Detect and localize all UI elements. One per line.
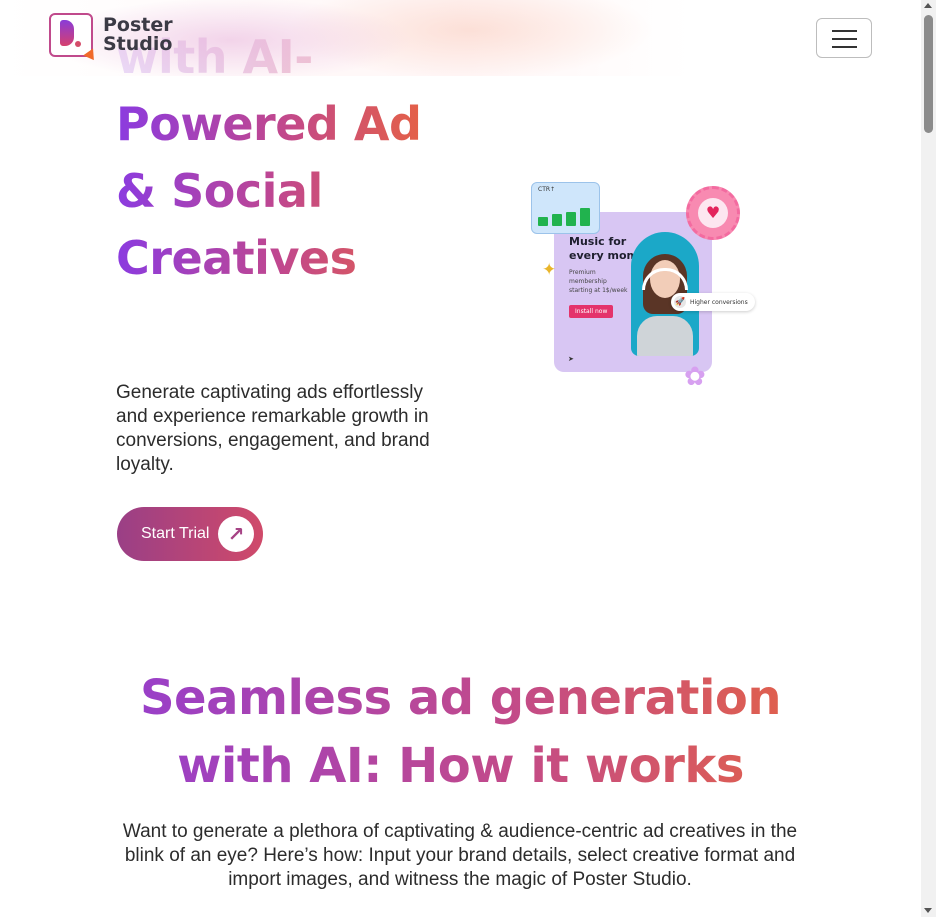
start-trial-label: Start Trial — [141, 525, 210, 542]
logo-text: Poster Studio — [103, 16, 173, 54]
poster-studio-logo[interactable]: Poster Studio — [49, 13, 173, 64]
start-trial-button[interactable]: Start Trial ↗ — [117, 507, 263, 561]
rocket-icon: 🚀 — [674, 296, 686, 308]
scroll-up-arrow-icon[interactable] — [924, 3, 932, 8]
hamburger-line — [832, 38, 857, 40]
heart-badge-icon: ♥ — [686, 186, 740, 240]
hero-description: Generate captivating ads effortlessly an… — [116, 382, 430, 475]
how-it-works-title-line2: with AI: How it works — [0, 732, 921, 800]
scroll-down-arrow-icon[interactable] — [924, 908, 932, 913]
hamburger-menu-button[interactable] — [816, 18, 872, 58]
how-it-works-description: Want to generate a plethora of captivati… — [122, 821, 798, 890]
hero-title-line: Creatives — [116, 225, 476, 292]
ctr-bar — [580, 208, 590, 226]
how-it-works-title-line1: Seamless ad generation — [0, 664, 921, 732]
hamburger-line — [832, 46, 857, 48]
ad-subtext: Premium membership starting at 1$/week — [569, 269, 628, 294]
hamburger-line — [832, 30, 857, 32]
hero-title-line: & Social — [116, 158, 476, 225]
higher-conversions-badge: 🚀 Higher conversions — [671, 293, 755, 311]
logo-text-line2: Studio — [103, 33, 173, 55]
higher-conversions-label: Higher conversions — [690, 298, 748, 306]
ctr-label: CTR↑ — [538, 186, 556, 193]
ctr-bar — [566, 212, 576, 226]
page: Poster Studio with AI- Powered Ad & Soci… — [0, 0, 921, 917]
cursor-icon: ➤ — [568, 355, 574, 363]
ctr-bar — [552, 214, 562, 226]
flower-icon: ✿ — [684, 362, 706, 392]
vertical-scrollbar[interactable] — [921, 0, 936, 917]
arrow-up-right-icon: ↗ — [218, 516, 254, 552]
how-it-works-title: Seamless ad generation with AI: How it w… — [0, 664, 921, 800]
scrollbar-thumb[interactable] — [924, 15, 933, 133]
ctr-chart-card: CTR↑ — [531, 182, 600, 234]
logo-mark-icon — [49, 13, 99, 64]
sparkle-icon: ✦ — [542, 260, 557, 280]
ad-install-button: Install now — [569, 305, 614, 318]
hero-title-line: Powered Ad — [116, 91, 476, 158]
site-header: Poster Studio — [0, 0, 921, 76]
ctr-bar — [538, 217, 548, 226]
hero-illustration: CTR↑ Music for every moment Premium memb… — [528, 180, 760, 395]
